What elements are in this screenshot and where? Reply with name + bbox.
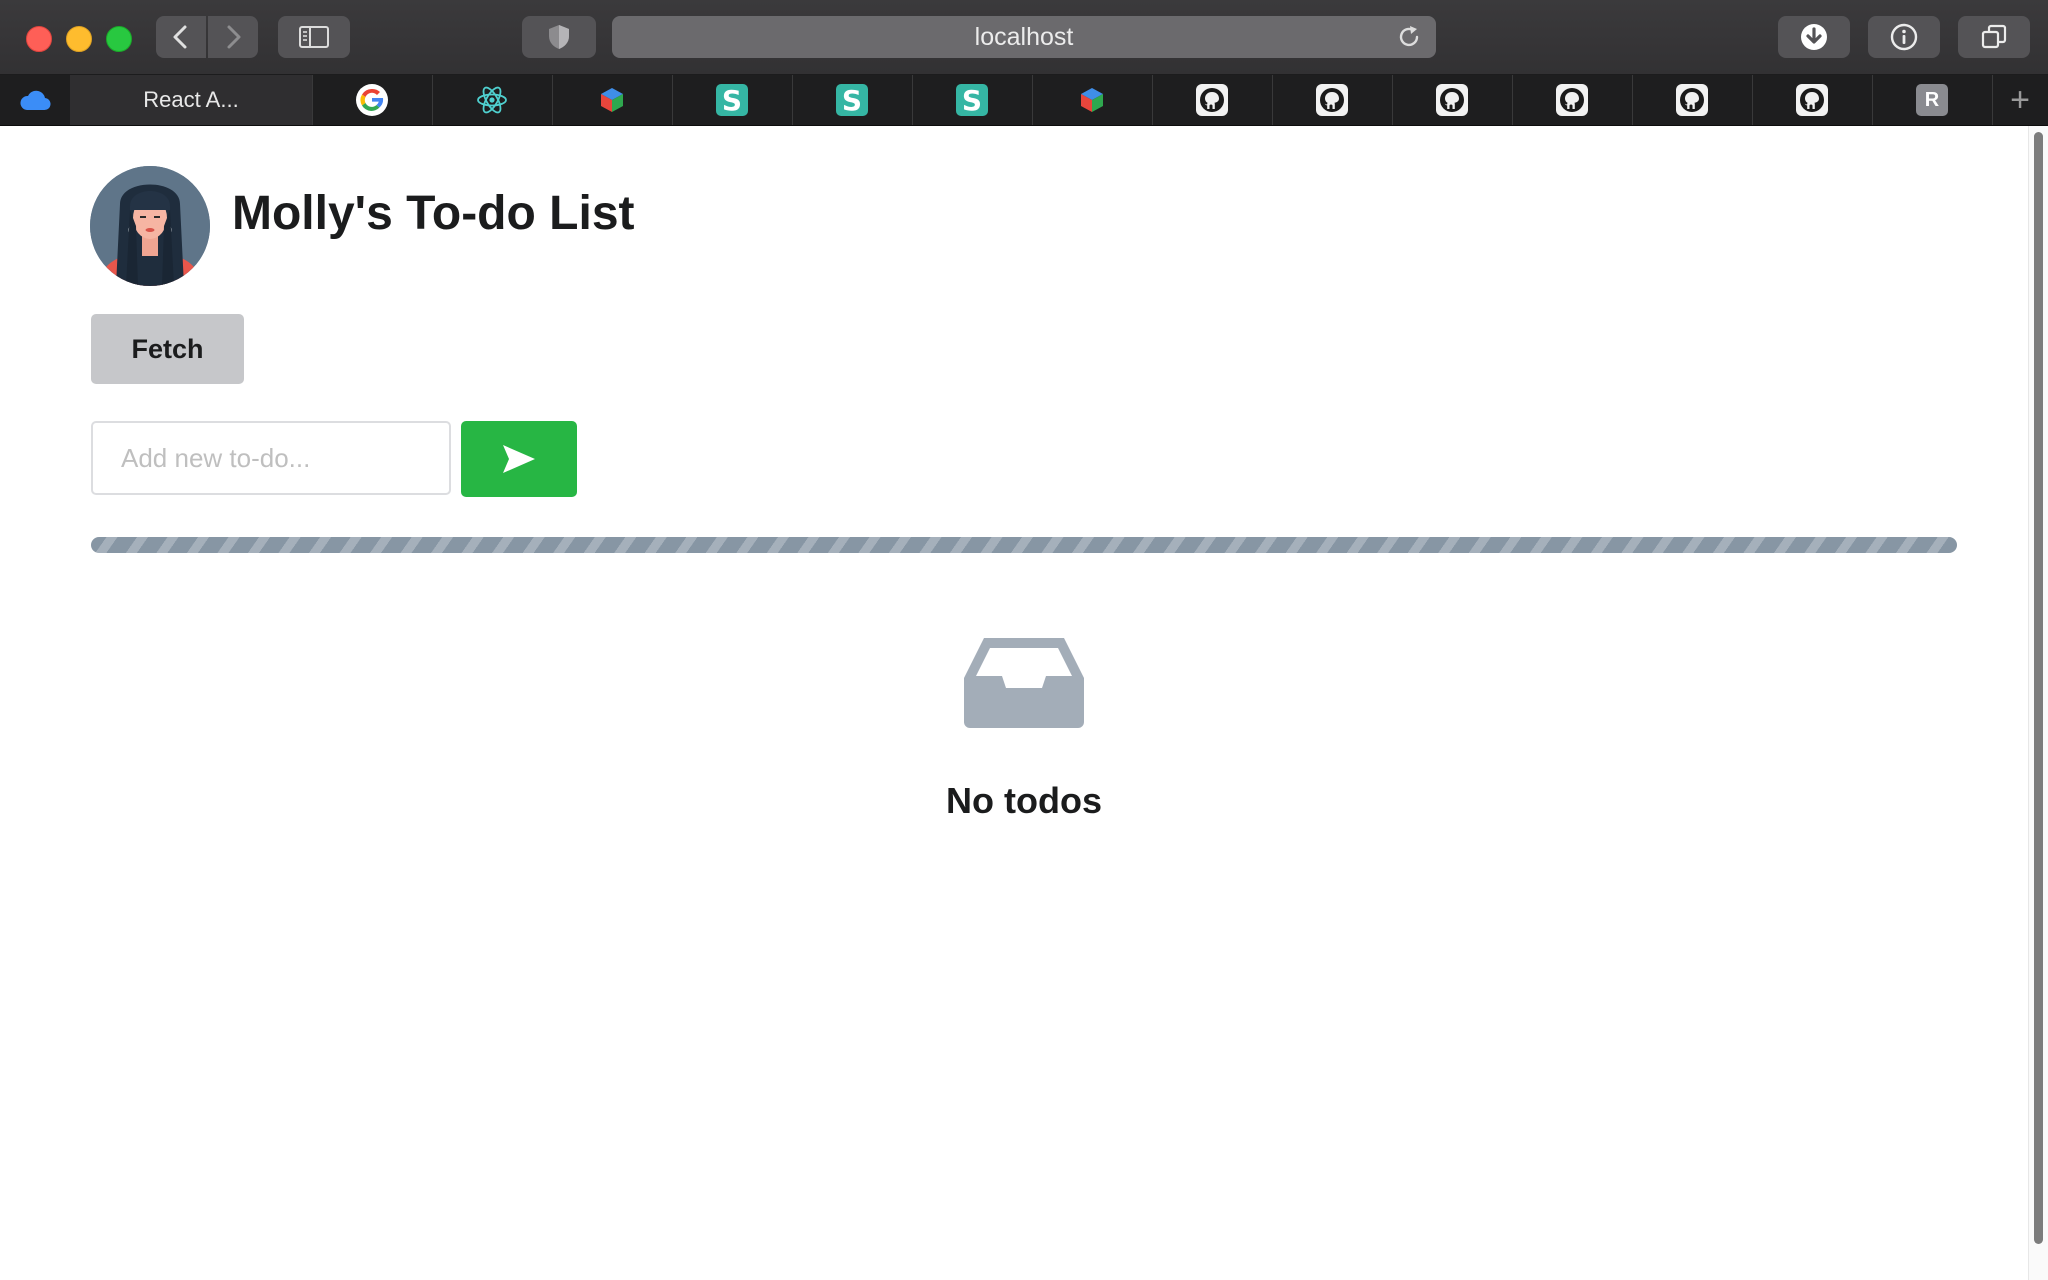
s-icon: S bbox=[956, 84, 988, 117]
plus-icon: + bbox=[2010, 80, 2030, 119]
add-todo-button[interactable] bbox=[461, 421, 577, 497]
scrollbar-thumb[interactable] bbox=[2034, 132, 2043, 1244]
loading-progress-bar bbox=[91, 537, 1957, 553]
cube-icon bbox=[1081, 88, 1103, 112]
page-title: Molly's To-do List bbox=[232, 187, 635, 240]
empty-state-message: No todos bbox=[946, 780, 1102, 821]
tab-cube-1[interactable] bbox=[552, 75, 673, 125]
tab-react-app[interactable]: React A... bbox=[70, 75, 313, 125]
tab-overview-button[interactable] bbox=[1958, 16, 2030, 58]
s-icon: S bbox=[836, 84, 868, 117]
new-todo-input[interactable] bbox=[91, 421, 451, 495]
page-info-button[interactable] bbox=[1868, 16, 1940, 58]
tab-github-1[interactable] bbox=[1152, 75, 1273, 125]
window-minimize-button[interactable] bbox=[66, 26, 92, 52]
react-icon bbox=[477, 86, 507, 114]
tab-s-1[interactable]: S bbox=[672, 75, 793, 125]
info-icon bbox=[1890, 23, 1918, 51]
github-icon bbox=[1556, 84, 1588, 116]
download-icon bbox=[1801, 24, 1827, 50]
sidebar-icon bbox=[299, 26, 329, 48]
reload-icon bbox=[1399, 26, 1419, 47]
icloud-tabs-button[interactable] bbox=[0, 75, 70, 125]
github-icon bbox=[1436, 84, 1468, 116]
progress-fill bbox=[91, 537, 1957, 553]
downloads-button[interactable] bbox=[1778, 16, 1850, 58]
cloud-icon bbox=[20, 90, 51, 111]
tab-react[interactable] bbox=[432, 75, 553, 125]
tab-google[interactable] bbox=[312, 75, 433, 125]
tab-github-6[interactable] bbox=[1752, 75, 1873, 125]
tab-label: React A... bbox=[143, 87, 239, 112]
tab-s-2[interactable]: S bbox=[792, 75, 913, 125]
github-icon bbox=[1196, 84, 1228, 116]
empty-inbox-icon bbox=[962, 634, 1086, 735]
page-scrollbar[interactable] bbox=[2028, 126, 2048, 1280]
tab-r[interactable]: R bbox=[1872, 75, 1993, 125]
tab-cube-2[interactable] bbox=[1032, 75, 1153, 125]
avatar bbox=[90, 166, 210, 286]
fetch-button[interactable]: Fetch bbox=[91, 314, 244, 384]
window-zoom-button[interactable] bbox=[106, 26, 132, 52]
browser-toolbar: localhost bbox=[0, 0, 2048, 75]
tab-bar: React A... S S S R + bbox=[0, 75, 2048, 126]
forward-button[interactable] bbox=[208, 16, 258, 58]
tab-github-4[interactable] bbox=[1512, 75, 1633, 125]
reload-button[interactable] bbox=[1396, 24, 1422, 57]
google-icon bbox=[356, 84, 388, 116]
send-icon bbox=[503, 445, 535, 473]
cube-icon bbox=[601, 88, 623, 112]
sidebar-toggle-button[interactable] bbox=[278, 16, 350, 58]
chevron-left-icon bbox=[173, 25, 187, 49]
window-close-button[interactable] bbox=[26, 26, 52, 52]
tab-github-3[interactable] bbox=[1392, 75, 1513, 125]
tab-s-3[interactable]: S bbox=[912, 75, 1033, 125]
github-icon bbox=[1676, 84, 1708, 116]
shield-icon bbox=[549, 25, 569, 49]
address-bar[interactable]: localhost bbox=[612, 16, 1436, 58]
back-button[interactable] bbox=[156, 16, 206, 58]
privacy-report-button[interactable] bbox=[522, 16, 596, 58]
github-icon bbox=[1796, 84, 1828, 116]
new-tab-button[interactable]: + bbox=[1992, 75, 2048, 125]
s-icon: S bbox=[716, 84, 748, 117]
tab-overview-icon bbox=[1981, 24, 2007, 49]
r-icon: R bbox=[1916, 84, 1948, 116]
github-icon bbox=[1316, 84, 1348, 116]
tab-github-2[interactable] bbox=[1272, 75, 1393, 125]
chevron-right-icon bbox=[227, 25, 241, 49]
tab-github-5[interactable] bbox=[1632, 75, 1753, 125]
url-text: localhost bbox=[974, 22, 1074, 51]
